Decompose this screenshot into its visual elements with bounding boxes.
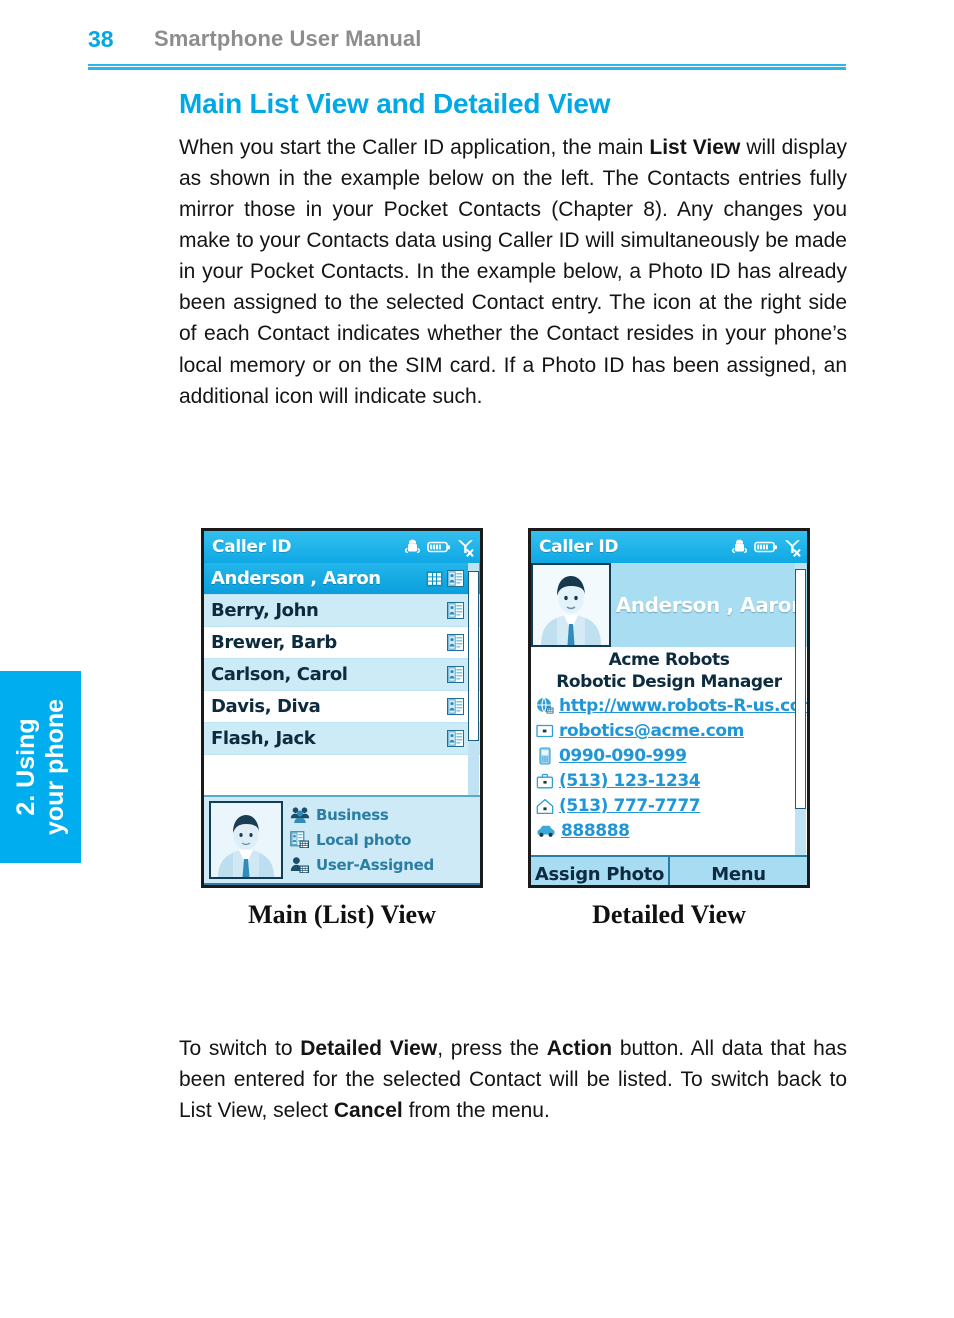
list-status-icons (403, 538, 474, 557)
detail-scrollbar[interactable] (795, 563, 806, 855)
contact-name: Davis, Diva (211, 696, 321, 717)
detail-field-value[interactable]: 888888 (561, 821, 630, 841)
legend-item: Business (290, 803, 475, 828)
local-contact-icon (447, 570, 464, 587)
intro-paragraph: When you start the Caller ID application… (179, 136, 847, 408)
detail-field-mobile[interactable]: 0990-090-999 (531, 744, 807, 769)
detail-scrollbar-thumb[interactable] (795, 569, 806, 809)
contact-list-item[interactable]: Davis, Diva (204, 691, 480, 723)
figure-screenshots: Caller ID Anderson , Aaron Berry, John B… (179, 528, 847, 968)
list-scrollbar-thumb[interactable] (468, 571, 479, 741)
list-softkey-bar: Assign Photo Menu (204, 883, 480, 888)
legend-item: Local photo (290, 828, 475, 853)
content-column: Main List View and Detailed View When yo… (179, 88, 847, 412)
detail-titlebar-text: Caller ID (539, 537, 619, 557)
chapter-tab-label: 2. Using your phone (12, 671, 70, 863)
chapter-tab-line2: your phone (40, 698, 69, 836)
ringer-icon (730, 538, 749, 557)
contact-name: Berry, John (211, 600, 319, 621)
contact-name: Flash, Jack (211, 728, 316, 749)
detail-status-icons (730, 538, 801, 557)
figure-caption-list-view: Main (List) View (248, 900, 436, 929)
list-scrollbar[interactable] (468, 563, 479, 795)
detail-softkey-bar: Assign Photo Menu (531, 855, 807, 885)
signal-no-service-icon (456, 538, 474, 557)
softkey-assign-photo[interactable]: Assign Photo (531, 864, 668, 885)
legend-label: Business (316, 806, 389, 824)
detail-field-car-phone[interactable]: 888888 (531, 819, 807, 844)
detail-titlebar: Caller ID (531, 531, 807, 563)
mobile-icon (536, 747, 554, 765)
photo-id-icon (426, 571, 443, 587)
contact-photo-thumbnail (209, 801, 283, 879)
contact-list-item[interactable]: Carlson, Carol (204, 659, 480, 691)
legend-label: Local photo (316, 831, 412, 849)
house-icon (536, 798, 554, 815)
phone-screen-detailed-view: Caller ID Anderson , Aaron Acme Robots R… (528, 528, 810, 888)
business-group-icon (290, 806, 310, 824)
local-contact-icon (447, 666, 464, 683)
contact-list[interactable]: Anderson , Aaron Berry, John Brewer, Bar… (204, 563, 480, 795)
globe-icon (536, 697, 554, 715)
detail-company: Acme Robots (608, 650, 730, 670)
local-contact-icon (447, 698, 464, 715)
battery-icon (754, 539, 778, 555)
closing-paragraph-wrap: To switch to Detailed View, press the Ac… (179, 1033, 847, 1126)
detail-job-title: Robotic Design Manager (556, 672, 782, 693)
detail-contact-name: Anderson , Aaron (615, 593, 806, 617)
contact-photo (531, 563, 611, 647)
detail-field-value[interactable]: robotics@acme.com (559, 721, 744, 741)
battery-icon (427, 539, 451, 555)
header-divider-rule (88, 64, 846, 70)
manual-title: Smartphone User Manual (154, 26, 422, 51)
section-title: Main List View and Detailed View (179, 88, 611, 119)
car-icon (536, 824, 556, 838)
figure-caption-detailed-view: Detailed View (592, 900, 746, 929)
briefcase-icon (536, 773, 554, 790)
closing-paragraph: To switch to Detailed View, press the Ac… (179, 1037, 847, 1123)
legend-label: User-Assigned (316, 856, 434, 874)
contact-name: Carlson, Carol (211, 664, 348, 685)
ringer-icon (403, 538, 422, 557)
legend-strip: Business Local photo User-Assigned (204, 795, 480, 883)
list-titlebar-text: Caller ID (212, 537, 292, 557)
detail-field-value[interactable]: (513) 123-1234 (559, 771, 701, 791)
detail-field-value[interactable]: 0990-090-999 (559, 746, 687, 766)
contact-name: Anderson , Aaron (211, 568, 381, 589)
page-number: 38 (88, 26, 114, 52)
softkey-menu[interactable]: Menu (670, 864, 807, 885)
detail-field-email[interactable]: robotics@acme.com (531, 719, 807, 744)
detail-field-home-phone[interactable]: (513) 777-7777 (531, 794, 807, 819)
contact-list-item[interactable]: Anderson , Aaron (204, 563, 480, 595)
user-assigned-icon (290, 856, 310, 874)
detail-field-value[interactable]: http://www.robots-R-us.com (559, 696, 807, 716)
detail-field-work-phone[interactable]: (513) 123-1234 (531, 769, 807, 794)
envelope-icon (536, 723, 554, 739)
detail-field-website[interactable]: http://www.robots-R-us.com (531, 694, 807, 719)
chapter-tab: 2. Using your phone (0, 671, 81, 863)
local-contact-icon (447, 730, 464, 747)
detail-field-value[interactable]: (513) 777-7777 (559, 796, 701, 816)
contact-list-item[interactable]: Berry, John (204, 595, 480, 627)
phone-screen-list-view: Caller ID Anderson , Aaron Berry, John B… (201, 528, 483, 888)
contact-name: Brewer, Barb (211, 632, 337, 653)
chapter-tab-line1: 2. Using (11, 718, 40, 816)
contact-list-item[interactable]: Brewer, Barb (204, 627, 480, 659)
legend-item: User-Assigned (290, 853, 475, 878)
list-titlebar: Caller ID (204, 531, 480, 563)
local-contact-icon (447, 634, 464, 651)
signal-no-service-icon (783, 538, 801, 557)
local-photo-icon (290, 831, 310, 849)
local-contact-icon (447, 602, 464, 619)
softkey-divider (341, 885, 343, 888)
legend-list: Business Local photo User-Assigned (283, 803, 475, 878)
detail-body: Acme Robots Robotic Design Manager http:… (531, 563, 807, 855)
contact-list-item[interactable]: Flash, Jack (204, 723, 480, 755)
detail-header: Anderson , Aaron (531, 563, 807, 647)
